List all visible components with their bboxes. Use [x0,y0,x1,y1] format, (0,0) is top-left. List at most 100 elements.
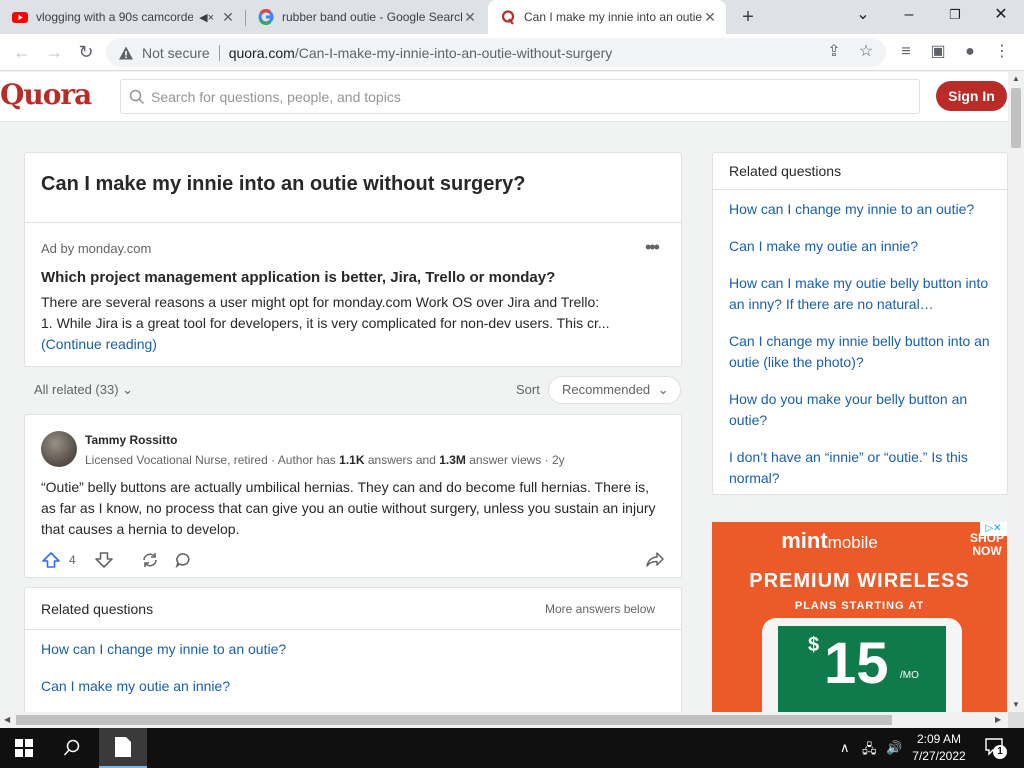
url-domain: quora.com [228,44,295,61]
tab-google[interactable]: rubber band outie - Google Search ✕ [246,0,486,34]
windows-logo-icon [15,739,33,757]
network-icon[interactable]: 🖧 [862,740,877,762]
sidebar-question-link[interactable]: How do you make your belly button an out… [729,389,995,431]
start-button[interactable] [0,728,48,768]
minimize-button[interactable]: – [886,0,932,34]
answer-text[interactable]: “Outie” belly buttons are actually umbil… [41,477,661,540]
ad-headline: PREMIUM WIRELESS [749,570,970,592]
sidebar-question-link[interactable]: How can I change my innie to an outie? [729,199,995,220]
back-arrow-icon[interactable]: ← [10,40,34,64]
reload-icon[interactable]: ↻ [74,40,98,64]
upvote-button[interactable]: 4 [41,551,76,569]
continue-reading-link[interactable]: (Continue reading) [41,334,649,355]
warning-icon[interactable] [118,45,134,61]
vertical-scroll-thumb[interactable] [1011,88,1021,148]
omnibox-divider [218,44,220,61]
close-window-button[interactable]: ✕ [978,0,1024,34]
address-bar[interactable]: Not secure quora.com/Can-I-make-my-innie… [106,38,886,67]
new-tab-button[interactable]: + [736,6,760,28]
share-icon[interactable]: ⇪ [824,42,844,62]
ad-label[interactable]: Ad by monday.com [41,241,151,256]
sidebar-question-link[interactable]: Can I change my innie belly button into … [729,331,995,373]
close-tab-icon[interactable]: ✕ [220,9,236,26]
taskbar-clock[interactable]: 2:09 AM 7/27/2022 [906,731,972,765]
side-panel-icon[interactable]: ▣ [928,42,948,62]
sidebar-question-link[interactable]: Can I make my outie an innie? [729,236,995,257]
sidebar-question-link[interactable]: How can I make my outie belly button int… [729,273,995,315]
related-question-link[interactable]: How can I change my innie to an outie? [41,639,286,660]
restore-button[interactable]: ❐ [932,0,978,34]
ad-text-line2: 1. While Jira is a great tool for develo… [41,315,610,331]
comment-button[interactable] [174,551,194,569]
vertical-scrollbar[interactable] [1008,72,1024,712]
horizontal-scroll-thumb[interactable] [16,715,892,725]
speaker-mute-icon[interactable]: ◀× [199,11,214,24]
profile-avatar-icon[interactable]: ● [960,42,980,62]
avatar[interactable] [41,431,77,467]
ad-shop-now[interactable]: SHOP NOW [970,532,1004,558]
chevron-down-icon: ⌄ [122,382,134,397]
ad-dollar: $ [808,634,820,656]
kebab-menu-icon[interactable]: ⋮ [992,42,1012,62]
notification-count-badge: 1 [993,745,1007,759]
quora-icon [501,10,515,25]
search-icon [63,739,80,756]
downvote-icon [94,552,113,568]
forward-arrow-icon[interactable]: → [42,40,66,64]
security-status[interactable]: Not secure [142,45,210,61]
views-count: 1.3M [439,453,466,467]
ad-text-line1: There are several reasons a user might o… [41,294,600,310]
all-related-dropdown[interactable]: All related (33) ⌄ [34,382,133,398]
tab-quora[interactable]: Can I make my innie into an outie ✕ [488,0,726,34]
url-text[interactable]: quora.com/Can-I-make-my-innie-into-an-ou… [229,45,613,61]
page-viewport: Quora Search for questions, people, and … [0,72,1008,712]
ad-price: 15 [824,631,889,696]
close-tab-icon[interactable]: ✕ [702,9,718,26]
bookmark-star-icon[interactable]: ☆ [856,42,876,62]
ad-per-month: /MO [900,670,919,681]
comment-icon [175,553,190,569]
answer-card: Tammy Rossitto Licensed Vocational Nurse… [24,414,682,578]
card-divider [25,222,681,223]
share-answer-button[interactable] [140,551,160,569]
tab-youtube[interactable]: vlogging with a 90s camcorder ◀× ✕ [0,0,244,34]
quora-header: Quora Search for questions, people, and … [0,72,1008,122]
clock-time: 2:09 AM [916,732,962,746]
volume-icon[interactable]: 🔊 [886,740,902,756]
media-control-icon[interactable]: ≡ [896,42,916,62]
sidebar-related-card: Related questions How can I change my in… [712,152,1008,495]
reshare-icon [142,553,157,567]
more-options-icon[interactable]: ••• [645,237,660,258]
question-title[interactable]: Can I make my innie into an outie withou… [41,173,526,196]
scroll-left-arrow-icon[interactable]: ◀ [4,715,10,724]
sign-in-button[interactable]: Sign In [936,81,1007,111]
scroll-right-arrow-icon[interactable]: ▶ [995,715,1001,724]
related-questions-card: Related questions More answers below How… [24,587,682,712]
taskbar-app-button[interactable] [99,728,147,768]
all-related-label: All related (33) [34,382,119,397]
scroll-corner [1008,712,1024,728]
taskbar-search-button[interactable] [48,728,96,768]
scroll-down-arrow-icon[interactable]: ▼ [1012,700,1020,709]
google-icon [258,9,274,25]
scroll-up-arrow-icon[interactable]: ▲ [1012,74,1020,83]
show-hidden-icons-icon[interactable]: ∧ [840,740,850,756]
search-input[interactable]: Search for questions, people, and topics [120,79,920,114]
tab-title: vlogging with a 90s camcorder [36,10,194,24]
share-arrow-icon[interactable] [645,550,665,568]
tab-search-button[interactable]: ⌄ [840,0,886,34]
sort-select[interactable]: Recommended ⌄ [548,376,681,404]
quora-logo[interactable]: Quora [0,78,92,111]
mint-mobile-ad[interactable]: ▷✕ mintmobile SHOP NOW PREMIUM WIRELESS … [712,522,1007,712]
downvote-button[interactable] [94,551,114,569]
sidebar-question-link[interactable]: I don’t have an “innie” or “outie.” Is t… [729,447,995,489]
upvote-icon [42,552,60,568]
search-icon [129,89,145,104]
related-questions-header: Related questions [41,601,154,617]
author-name[interactable]: Tammy Rossitto [85,433,177,447]
ad-title[interactable]: Which project management application is … [41,269,555,286]
close-tab-icon[interactable]: ✕ [462,9,478,26]
author-credentials: Licensed Vocational Nurse, retired · Aut… [85,453,565,467]
related-question-link[interactable]: Can I make my outie an innie? [41,676,230,697]
cred-post: answer views · 2y [465,453,565,467]
